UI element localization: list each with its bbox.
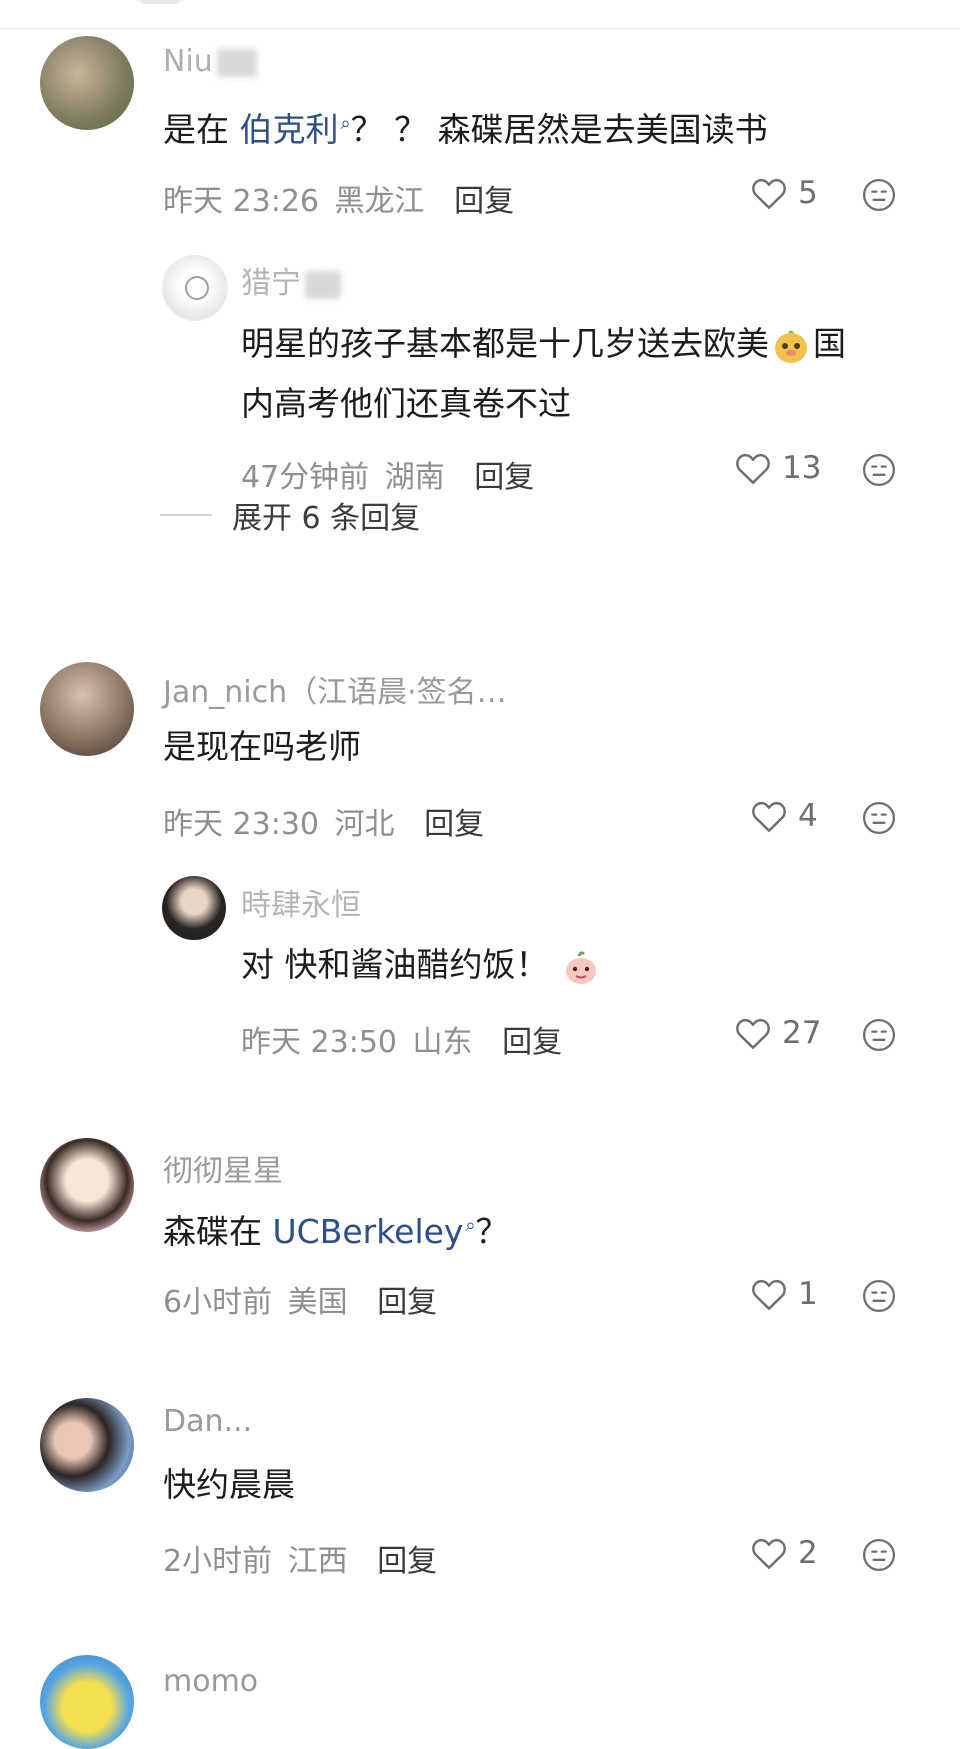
dislike-face-icon[interactable] [862,178,896,212]
avatar[interactable] [40,1655,134,1749]
comment-text: 是现在吗老师 [163,727,361,766]
heart-icon [736,453,770,485]
dislike-face-icon[interactable] [862,801,896,835]
comment-meta: 6小时前 美国 回复 [163,1277,437,1321]
like-count: 2 [798,1535,818,1571]
heart-icon [752,1538,786,1570]
reply-username[interactable]: 猎宁 [241,258,341,302]
heart-icon [752,178,786,210]
avatar[interactable] [162,876,226,940]
reply-text: 对 快和酱油醋约饭！ [241,935,603,995]
reply-button[interactable]: 回复 [377,1285,437,1320]
reply-time: 47分钟前 [241,460,370,495]
dislike-face-icon[interactable] [862,1018,896,1052]
expand-replies-label: 展开 6 条回复 [232,501,421,536]
reply-meta: 昨天 23:50 山东 回复 [241,1017,562,1061]
reply-button[interactable]: 回复 [474,460,534,495]
like-button[interactable]: 1 [750,1276,818,1312]
avatar[interactable] [40,36,134,130]
heart-icon [736,1018,770,1050]
comment-username[interactable]: Jan_nich（江语晨·签名… [163,667,507,711]
reply-button[interactable]: 回复 [454,184,514,219]
heart-icon [752,1279,786,1311]
like-count: 13 [782,450,822,486]
reply-username[interactable]: 時肆永恒 [241,880,361,924]
like-count: 4 [798,798,818,834]
like-button[interactable]: 27 [734,1015,821,1051]
comment-time: 昨天 23:26 [163,184,319,219]
avatar[interactable] [40,1398,134,1492]
like-button[interactable]: 4 [750,798,818,834]
like-button[interactable]: 2 [750,1535,818,1571]
reply-meta: 47分钟前 湖南 回复 [241,452,534,496]
comment-username[interactable]: momo [163,1664,258,1699]
heart-icon [752,801,786,833]
comment-location: 河北 [334,807,395,842]
reply-button[interactable]: 回复 [377,1544,437,1579]
comment-username[interactable]: Dan... [163,1404,252,1439]
comment-time: 2小时前 [163,1544,273,1579]
comment-meta: 2小时前 江西 回复 [163,1536,437,1580]
search-mini-icon[interactable]: ⌕ [465,1215,475,1236]
dislike-face-icon[interactable] [862,1538,896,1572]
dislike-face-icon[interactable] [862,453,896,487]
divider [160,514,212,516]
emoji-pear-icon [565,950,596,984]
comment-text: 是在 伯克利 ⌕？ ？ 森碟居然是去美国读书 [163,110,768,149]
comment-location: 美国 [287,1285,348,1320]
search-mini-icon[interactable]: ⌕ [341,113,351,134]
comment-time: 6小时前 [163,1285,273,1320]
reply-location: 湖南 [384,460,445,495]
reply-button[interactable]: 回复 [424,807,484,842]
comment-meta: 昨天 23:30 河北 回复 [163,799,484,843]
comment-username[interactable]: Niu [163,44,257,79]
like-count: 5 [798,175,818,211]
comment-text: 森碟在 UCBerkeley ⌕？ [163,1212,509,1251]
reply-button[interactable]: 回复 [502,1025,562,1060]
comment-location: 黑龙江 [334,184,425,219]
reply-time: 昨天 23:50 [241,1025,397,1060]
avatar[interactable] [40,1138,134,1232]
comment-text: 快约晨晨 [163,1465,295,1504]
like-button[interactable]: 5 [750,175,818,211]
emoji-mole-icon [775,330,807,363]
comment-username[interactable]: 彻彻星星 [163,1146,283,1190]
like-button[interactable]: 13 [734,450,821,486]
divider [0,28,960,29]
like-count: 27 [782,1015,822,1051]
comment-time: 昨天 23:30 [163,807,319,842]
reply-text: 明星的孩子基本都是十几岁送去欧美国 内高考他们还真卷不过 [241,324,846,423]
dislike-face-icon[interactable] [862,1279,896,1313]
reply-location: 山东 [412,1025,473,1060]
comment-meta: 昨天 23:26 黑龙江 回复 [163,176,514,220]
expand-replies-button[interactable]: 展开 6 条回复 [160,493,420,537]
search-link[interactable]: UCBerkeley [273,1212,464,1251]
like-count: 1 [798,1276,818,1312]
search-link[interactable]: 伯克利 [240,110,339,149]
avatar[interactable] [40,662,134,756]
avatar[interactable] [162,255,228,321]
comment-location: 江西 [287,1544,348,1579]
previous-item-edge [140,0,180,4]
